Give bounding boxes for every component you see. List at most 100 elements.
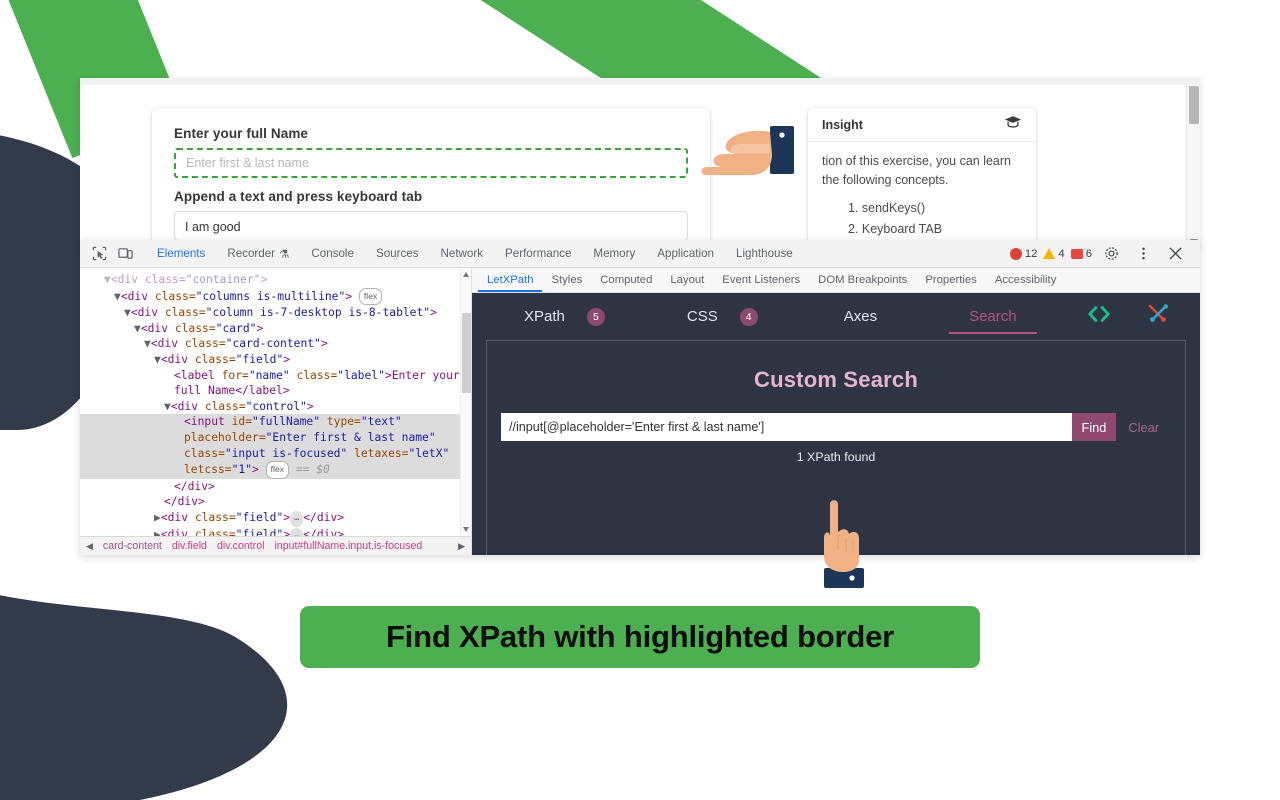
dom-tree-line[interactable]: ▼<div class="container"> xyxy=(80,272,471,288)
dom-tree-pane: ▼<div class="container"> ▼<div class="col… xyxy=(80,268,472,555)
letxpath-toolbar-icons xyxy=(1088,302,1200,331)
form-card: Enter your full Name Enter first & last … xyxy=(152,108,710,253)
tab-memory[interactable]: Memory xyxy=(582,240,646,267)
scroll-up-arrow-icon[interactable] xyxy=(463,272,469,277)
subtab-computed[interactable]: Computed xyxy=(591,268,661,292)
dom-tree-line[interactable]: ▼<div class="control"> xyxy=(80,399,471,415)
caption-text: Find XPath with highlighted border xyxy=(385,619,895,654)
subtab-event-listeners[interactable]: Event Listeners xyxy=(713,268,809,292)
letxpath-tab-xpath[interactable]: XPath 5 xyxy=(524,293,605,340)
insight-concepts-list: 1. sendKeys() 2. Keyboard TAB xyxy=(848,199,1022,240)
dom-tree-line[interactable]: <input id="fullName" type="text" xyxy=(80,414,471,430)
gear-icon[interactable] xyxy=(1098,242,1124,266)
dom-tree-line[interactable]: placeholder="Enter first & last name" xyxy=(80,429,471,446)
dom-tree-line[interactable]: ▼<div class="column is-7-desktop is-8-ta… xyxy=(80,305,471,321)
device-toolbar-icon[interactable] xyxy=(112,242,138,266)
subtab-letxpath[interactable]: LetXPath xyxy=(478,268,542,292)
tab-recorder[interactable]: Recorder ⚗ xyxy=(216,240,300,267)
breadcrumb-item[interactable]: input#fullName.input.is-focused xyxy=(274,540,422,552)
tab-network[interactable]: Network xyxy=(430,240,495,267)
breadcrumb-right-arrow-icon[interactable]: ▶ xyxy=(458,541,465,552)
dom-tree-scrollbar-thumb[interactable] xyxy=(462,313,471,393)
full-name-label: Enter your full Name xyxy=(174,126,309,141)
devtools-panel: Elements Recorder ⚗ Console Sources Netwo… xyxy=(80,240,1200,555)
tools-icon[interactable] xyxy=(1146,302,1170,331)
tab-application[interactable]: Application xyxy=(646,240,725,267)
dom-tree[interactable]: ▼<div class="container"> ▼<div class="col… xyxy=(80,268,471,536)
insight-card-header: Insight xyxy=(808,108,1036,142)
insight-title: Insight xyxy=(822,117,863,132)
devtools-tabs: Elements Recorder ⚗ Console Sources Netwo… xyxy=(146,240,804,267)
warning-counter[interactable]: 4 xyxy=(1043,248,1065,260)
panel-title: Custom Search xyxy=(754,367,918,392)
error-icon xyxy=(1009,247,1022,260)
subtab-dom-breakpoints[interactable]: DOM Breakpoints xyxy=(809,268,916,292)
subtab-accessibility[interactable]: Accessibility xyxy=(986,268,1066,292)
dom-tree-line[interactable]: ▶<div class="field">… </div> xyxy=(80,510,471,527)
tab-console[interactable]: Console xyxy=(300,240,365,267)
search-result-count: 1 XPath found xyxy=(796,450,876,464)
list-item: 2. Keyboard TAB xyxy=(848,222,943,237)
devtools-toolbar: Elements Recorder ⚗ Console Sources Netwo… xyxy=(80,240,1200,268)
full-name-input[interactable]: Enter first & last name xyxy=(174,148,688,178)
tab-sources[interactable]: Sources xyxy=(365,240,430,267)
dom-tree-line[interactable]: <label for="name" class="label">Enter yo… xyxy=(80,368,471,384)
scroll-down-arrow-icon[interactable] xyxy=(463,527,469,532)
devtools-body: ▼<div class="container"> ▼<div class="col… xyxy=(80,268,1200,555)
dom-tree-line[interactable]: </div> xyxy=(80,494,471,510)
subtab-layout[interactable]: Layout xyxy=(661,268,713,292)
dom-tree-line[interactable]: ▼<div class="field"> xyxy=(80,352,471,368)
insight-body: tion of this exercise, you can learn the… xyxy=(808,142,1036,252)
dom-tree-line[interactable]: ▼<div class="columns is-multiline"> flex xyxy=(80,287,471,306)
code-brackets-icon[interactable] xyxy=(1088,305,1110,328)
pointing-hand-left-cursor xyxy=(700,124,804,188)
letxpath-tabs: XPath 5 CSS 4 Axes Search xyxy=(472,293,1200,340)
list-item: 1. sendKeys() xyxy=(848,200,926,215)
find-button[interactable]: Find xyxy=(1071,413,1117,441)
breadcrumb: ◀ card-content div.field div.control inp… xyxy=(80,536,471,555)
active-tab-underline xyxy=(949,332,1037,334)
subtab-properties[interactable]: Properties xyxy=(916,268,986,292)
subtab-styles[interactable]: Styles xyxy=(542,268,591,292)
error-counter[interactable]: 12 xyxy=(1009,247,1037,260)
clear-button[interactable]: Clear xyxy=(1116,413,1171,441)
append-text-label: Append a text and press keyboard tab xyxy=(174,189,423,204)
insight-text: tion of this exercise, you can learn the… xyxy=(822,154,1011,187)
dom-tree-line[interactable]: full Name</label> xyxy=(80,383,471,399)
letxpath-tab-css[interactable]: CSS 4 xyxy=(687,293,758,340)
flask-icon: ⚗ xyxy=(279,247,290,261)
screenshot-stage: Enter your full Name Enter first & last … xyxy=(0,0,1280,800)
page-scrollbar-thumb[interactable] xyxy=(1189,86,1199,124)
search-input[interactable]: //input[@placeholder='Enter first & last… xyxy=(501,413,1072,441)
search-row: //input[@placeholder='Enter first & last… xyxy=(501,413,1171,441)
dom-tree-line[interactable]: ▼<div class="card-content"> xyxy=(80,336,471,352)
close-icon[interactable] xyxy=(1162,242,1188,266)
tab-performance[interactable]: Performance xyxy=(494,240,582,267)
append-text-input[interactable]: I am good xyxy=(174,211,688,241)
breadcrumb-item[interactable]: div.control xyxy=(217,540,265,552)
message-counter[interactable]: 6 xyxy=(1070,248,1092,260)
browser-viewport: Enter your full Name Enter first & last … xyxy=(80,78,1200,308)
devtools-status-area: 12 4 6 xyxy=(1009,242,1194,266)
kebab-menu-icon[interactable] xyxy=(1130,242,1156,266)
letxpath-tab-search[interactable]: Search xyxy=(949,293,1037,340)
tab-lighthouse[interactable]: Lighthouse xyxy=(725,240,804,267)
css-count-badge: 4 xyxy=(739,307,758,326)
pointing-hand-up-cursor xyxy=(812,498,874,590)
dom-tree-scrollbar[interactable] xyxy=(460,268,471,536)
dom-tree-line[interactable]: class="input is-focused" letaxes="letX" xyxy=(80,445,471,462)
dom-tree-line[interactable]: letcss="1"> flex == $0 xyxy=(80,461,471,479)
xpath-count-badge: 5 xyxy=(586,307,605,326)
breadcrumb-item[interactable]: card-content xyxy=(103,540,162,552)
dom-tree-line[interactable]: ▼<div class="card"> xyxy=(80,321,471,337)
tab-elements[interactable]: Elements xyxy=(146,240,216,267)
breadcrumb-left-arrow-icon[interactable]: ◀ xyxy=(86,541,93,552)
dom-tree-line[interactable]: ▶<div class="field">… </div> xyxy=(80,527,471,536)
inspect-element-icon[interactable] xyxy=(86,242,112,266)
page-surface: Enter your full Name Enter first & last … xyxy=(80,85,1200,308)
breadcrumb-item[interactable]: div.field xyxy=(172,540,207,552)
page-scrollbar[interactable] xyxy=(1186,85,1200,248)
message-icon xyxy=(1070,248,1083,259)
dom-tree-line[interactable]: </div> xyxy=(80,479,471,495)
letxpath-tab-axes[interactable]: Axes xyxy=(844,293,877,340)
